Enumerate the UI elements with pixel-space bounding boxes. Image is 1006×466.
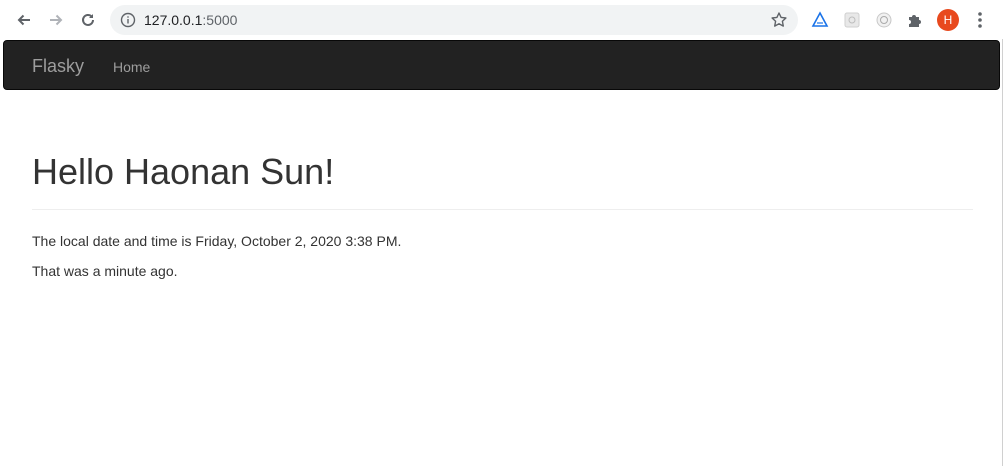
page-frame <box>1 39 1003 466</box>
url-host: 127.0.0.1 <box>144 12 203 28</box>
reload-icon <box>82 13 94 26</box>
profile-avatar[interactable]: H <box>937 9 959 31</box>
reload-button[interactable] <box>76 8 100 32</box>
arrow-right-icon <box>50 14 63 26</box>
browser-toolbar: 127.0.0.1:5000 H <box>0 0 1006 39</box>
relative-time-text: That was a minute ago. <box>32 263 178 279</box>
extension-square-icon[interactable] <box>842 10 862 30</box>
info-icon[interactable] <box>120 12 136 28</box>
page-title: Hello Haonan Sun! <box>32 151 335 192</box>
url-text[interactable]: 127.0.0.1:5000 <box>144 12 237 28</box>
back-button[interactable] <box>12 8 36 32</box>
url-port: :5000 <box>202 12 238 28</box>
extensions-puzzle-icon[interactable] <box>905 10 925 30</box>
more-vert-icon[interactable] <box>973 10 987 30</box>
divider <box>32 209 973 210</box>
page-viewport: Flasky Home Hello Haonan Sun! The local … <box>0 39 1006 466</box>
forward-button[interactable] <box>44 8 68 32</box>
datetime-text: The local date and time is Friday, Octob… <box>32 233 402 249</box>
nav-link-home[interactable]: Home <box>113 58 150 76</box>
navbar-brand[interactable]: Flasky <box>32 56 84 76</box>
extension-triangle-icon[interactable] <box>810 10 830 30</box>
bookmark-star-icon[interactable] <box>770 11 788 29</box>
address-bar[interactable]: 127.0.0.1:5000 <box>110 5 798 35</box>
extension-circle-icon[interactable] <box>874 10 894 30</box>
site-navbar: Flasky Home <box>3 40 1000 90</box>
arrow-left-icon <box>17 14 30 26</box>
